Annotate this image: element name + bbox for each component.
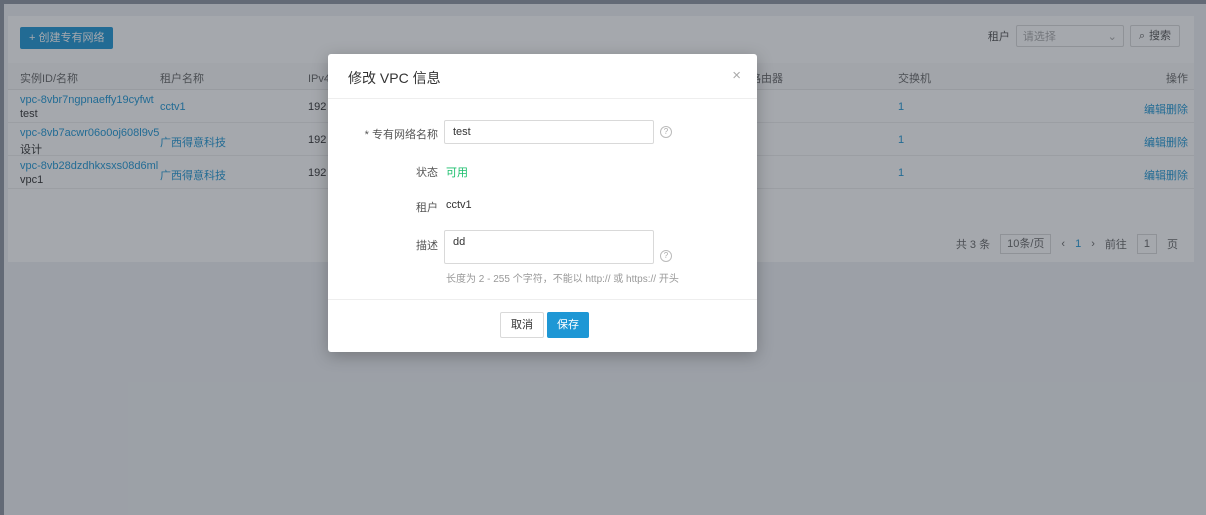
help-icon: ? (660, 250, 672, 262)
description-textarea[interactable]: dd (444, 230, 654, 264)
edit-vpc-dialog: 修改 VPC 信息 × * 专有网络名称 ? 状态 可用 租户 cctv1 描述… (328, 54, 757, 352)
vpc-name-label: * 专有网络名称 (364, 129, 438, 141)
cancel-button[interactable]: 取消 (500, 312, 544, 338)
status-value: 可用 (446, 167, 468, 179)
description-hint: 长度为 2 - 255 个字符，不能以 http:// 或 https:// 开… (446, 274, 679, 285)
description-label: 描述 (416, 240, 438, 252)
tenant-label: 租户 (416, 202, 438, 214)
help-icon: ? (660, 126, 672, 138)
dialog-footer: 取消 保存 (328, 299, 757, 352)
status-label: 状态 (416, 167, 438, 179)
close-icon[interactable]: × (732, 67, 741, 84)
tenant-value: cctv1 (446, 199, 472, 211)
save-button[interactable]: 保存 (547, 312, 589, 338)
dialog-title: 修改 VPC 信息 (348, 70, 441, 86)
vpc-name-input[interactable] (444, 120, 654, 144)
dialog-header: 修改 VPC 信息 × (328, 54, 757, 99)
